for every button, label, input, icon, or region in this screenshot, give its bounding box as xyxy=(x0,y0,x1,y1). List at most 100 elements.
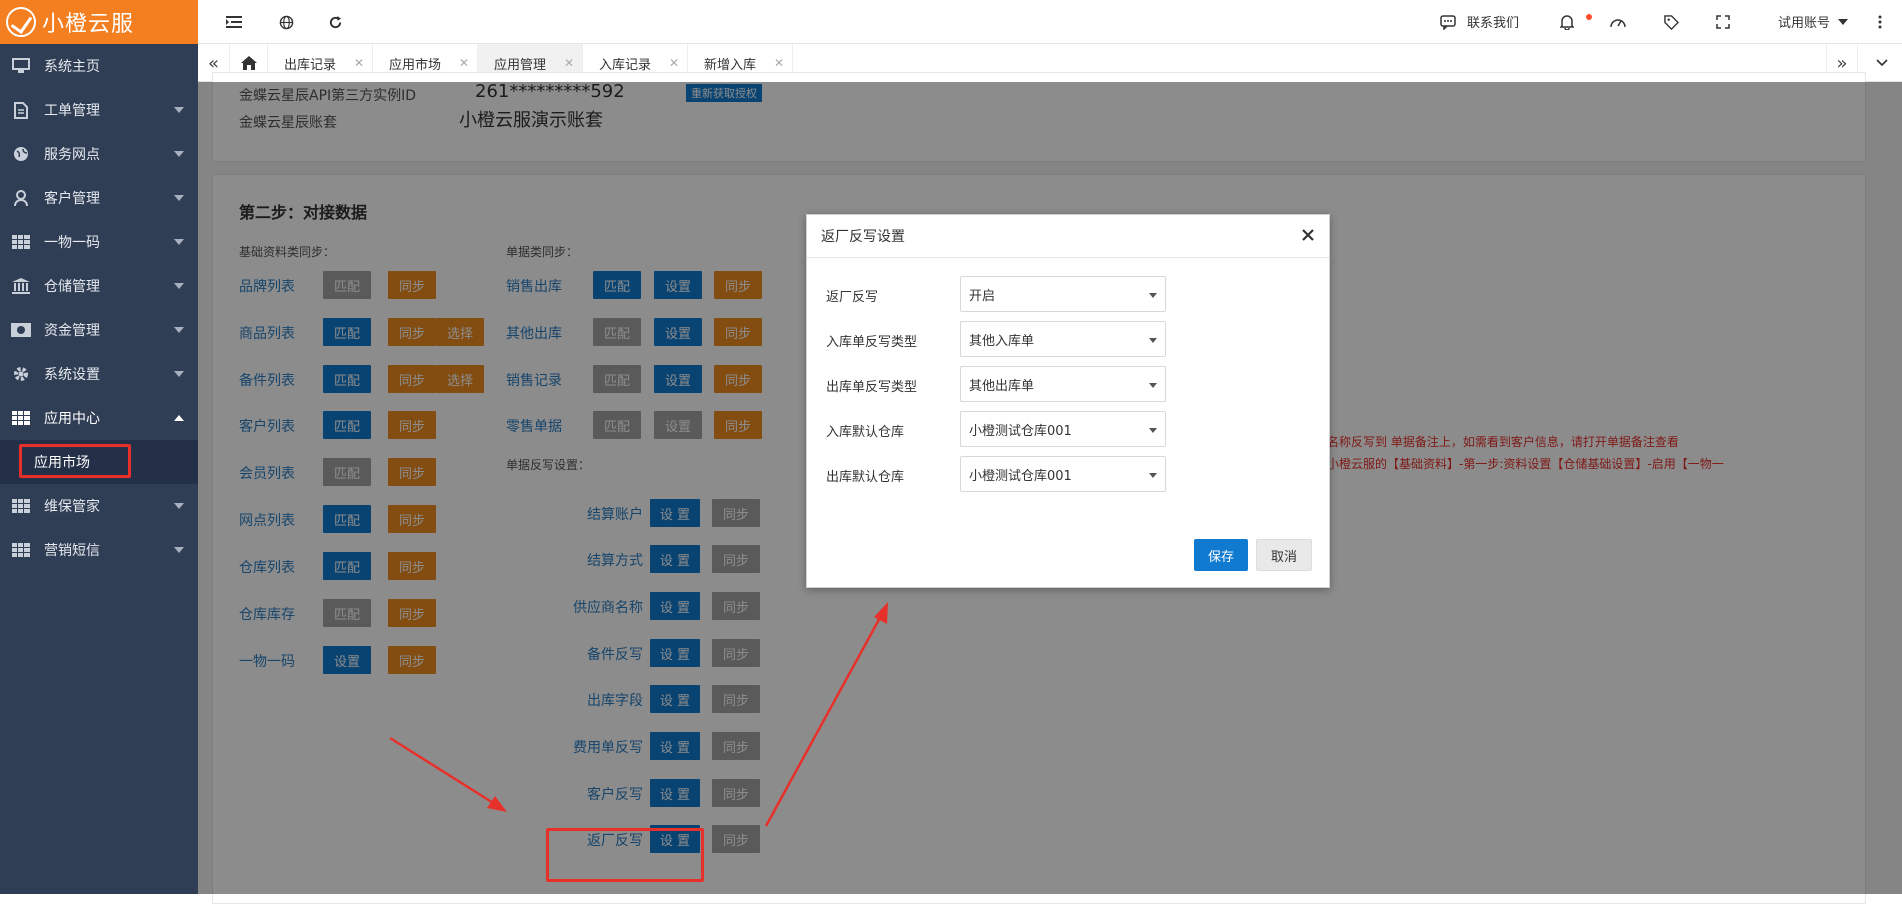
field-label: 返厂反写 xyxy=(826,290,879,305)
gear-icon xyxy=(10,365,32,383)
select-value: 小橙测试仓库001 xyxy=(969,423,1072,439)
return-writeback-select[interactable]: 开启 xyxy=(960,276,1166,312)
cancel-button[interactable]: 取消 xyxy=(1256,539,1312,571)
tab-label: 应用市场 xyxy=(389,57,442,73)
sidebar-item-label: 资金管理 xyxy=(44,323,100,339)
select-value: 其他出库单 xyxy=(969,378,1035,394)
chevron-down-icon xyxy=(174,239,184,245)
tab-label: 新增入库 xyxy=(704,57,757,73)
refresh-icon[interactable] xyxy=(325,12,345,32)
chevron-down-icon xyxy=(174,195,184,201)
tab-label: 应用管理 xyxy=(494,57,547,73)
sidebar-item-app-center[interactable]: 应用中心 xyxy=(0,396,198,440)
outbound-type-select[interactable]: 其他出库单 xyxy=(960,366,1166,402)
sidebar-item-maintenance[interactable]: 维保管家 xyxy=(0,484,198,528)
menu-toggle-icon[interactable] xyxy=(224,12,244,32)
bank-icon xyxy=(10,277,32,295)
form-row: 返厂反写 开启 xyxy=(807,276,1329,314)
chevron-down-icon[interactable] xyxy=(1866,44,1898,82)
fullscreen-icon[interactable] xyxy=(1713,12,1733,32)
inbound-type-select[interactable]: 其他入库单 xyxy=(960,321,1166,357)
save-button[interactable]: 保存 xyxy=(1194,539,1248,571)
select-value: 小橙测试仓库001 xyxy=(969,468,1072,484)
chevron-down-icon xyxy=(174,371,184,377)
logo-icon xyxy=(6,7,36,37)
sidebar-item-finance[interactable]: 资金管理 xyxy=(0,308,198,352)
close-icon[interactable]: ✕ xyxy=(774,56,784,70)
notification-dot xyxy=(1586,14,1592,20)
account-menu[interactable]: 试用账号 xyxy=(1778,12,1830,31)
sidebar-item-warehouse[interactable]: 仓储管理 xyxy=(0,264,198,308)
select-value: 其他入库单 xyxy=(969,333,1035,349)
chevron-down-icon xyxy=(1838,19,1848,25)
more-vertical-icon[interactable] xyxy=(1870,12,1890,32)
grid-icon xyxy=(10,541,32,559)
sidebar-item-label: 工单管理 xyxy=(44,103,100,119)
sidebar-item-label: 营销短信 xyxy=(44,543,100,559)
sidebar-item-workorder[interactable]: 工单管理 xyxy=(0,88,198,132)
field-label: 出库默认仓库 xyxy=(826,470,905,485)
money-icon xyxy=(10,321,32,339)
grid-icon xyxy=(10,409,32,427)
chevron-up-icon xyxy=(174,415,184,421)
sidebar-item-customers[interactable]: 客户管理 xyxy=(0,176,198,220)
field-label: 出库单反写类型 xyxy=(826,380,918,395)
sidebar-item-label: 系统设置 xyxy=(44,367,100,383)
sidebar-item-label: 维保管家 xyxy=(44,499,100,515)
contact-us-link[interactable]: 联系我们 xyxy=(1467,12,1519,31)
sidebar-item-sms[interactable]: 营销短信 xyxy=(0,528,198,572)
dialog-header: 返厂反写设置 xyxy=(807,215,1329,258)
sidebar-item-label: 应用中心 xyxy=(44,411,100,427)
sidebar-item-settings[interactable]: 系统设置 xyxy=(0,352,198,396)
outbound-warehouse-select[interactable]: 小橙测试仓库001 xyxy=(960,456,1166,492)
chevron-down-icon xyxy=(174,283,184,289)
form-row: 出库单反写类型 其他出库单 xyxy=(807,366,1329,404)
tab-label: 入库记录 xyxy=(599,57,652,73)
chevron-down-icon xyxy=(174,327,184,333)
form-row: 入库默认仓库 小橙测试仓库001 xyxy=(807,411,1329,449)
grid-icon xyxy=(10,233,32,251)
globe-icon xyxy=(10,145,32,163)
caret-down-icon xyxy=(1149,383,1157,388)
close-icon[interactable] xyxy=(1297,224,1319,246)
caret-down-icon xyxy=(1149,428,1157,433)
top-bar: 联系我们 试用账号 xyxy=(198,0,1902,44)
inbound-warehouse-select[interactable]: 小橙测试仓库001 xyxy=(960,411,1166,447)
chevron-down-icon xyxy=(174,107,184,113)
close-icon[interactable]: ✕ xyxy=(354,56,364,70)
close-icon[interactable]: ✕ xyxy=(564,56,574,70)
app-logo[interactable]: 小橙云服 xyxy=(0,0,198,44)
bell-icon[interactable] xyxy=(1557,12,1577,32)
sidebar-item-label: 一物一码 xyxy=(44,235,100,251)
form-row: 入库单反写类型 其他入库单 xyxy=(807,321,1329,359)
sidebar-item-service-points[interactable]: 服务网点 xyxy=(0,132,198,176)
chevron-down-icon xyxy=(174,547,184,553)
chat-icon[interactable] xyxy=(1438,12,1458,32)
grid-icon xyxy=(10,497,32,515)
sidebar-item-home[interactable]: 系统主页 xyxy=(0,44,198,88)
document-icon xyxy=(10,101,32,119)
highlight-box xyxy=(19,444,131,478)
globe-icon[interactable] xyxy=(276,12,296,32)
sidebar-item-one-code[interactable]: 一物一码 xyxy=(0,220,198,264)
sidebar-item-label: 系统主页 xyxy=(44,59,100,75)
form-row: 出库默认仓库 小橙测试仓库001 xyxy=(807,456,1329,494)
user-icon xyxy=(10,189,32,207)
caret-down-icon xyxy=(1149,473,1157,478)
close-icon[interactable]: ✕ xyxy=(669,56,679,70)
highlight-box xyxy=(546,828,704,882)
logo-text: 小橙云服 xyxy=(42,12,135,37)
select-value: 开启 xyxy=(969,288,996,304)
tag-icon[interactable] xyxy=(1661,12,1681,32)
chevron-down-icon xyxy=(174,503,184,509)
monitor-icon xyxy=(10,57,32,75)
close-icon[interactable]: ✕ xyxy=(459,56,469,70)
sidebar-item-label: 服务网点 xyxy=(44,147,100,163)
caret-down-icon xyxy=(1149,338,1157,343)
return-writeback-dialog: 返厂反写设置 返厂反写 开启 入库单反写类型 其他入库单 出库单反写类型 其他出… xyxy=(806,214,1330,588)
dashboard-icon[interactable] xyxy=(1608,12,1628,32)
dialog-title: 返厂反写设置 xyxy=(821,229,905,245)
sidebar-subitem-app-market[interactable]: 应用市场 xyxy=(0,440,198,484)
sidebar-item-label: 客户管理 xyxy=(44,191,100,207)
sidebar: 小橙云服 系统主页 工单管理 服务网点 客户管理 一物一码 仓储管理 资金管理 … xyxy=(0,0,198,894)
